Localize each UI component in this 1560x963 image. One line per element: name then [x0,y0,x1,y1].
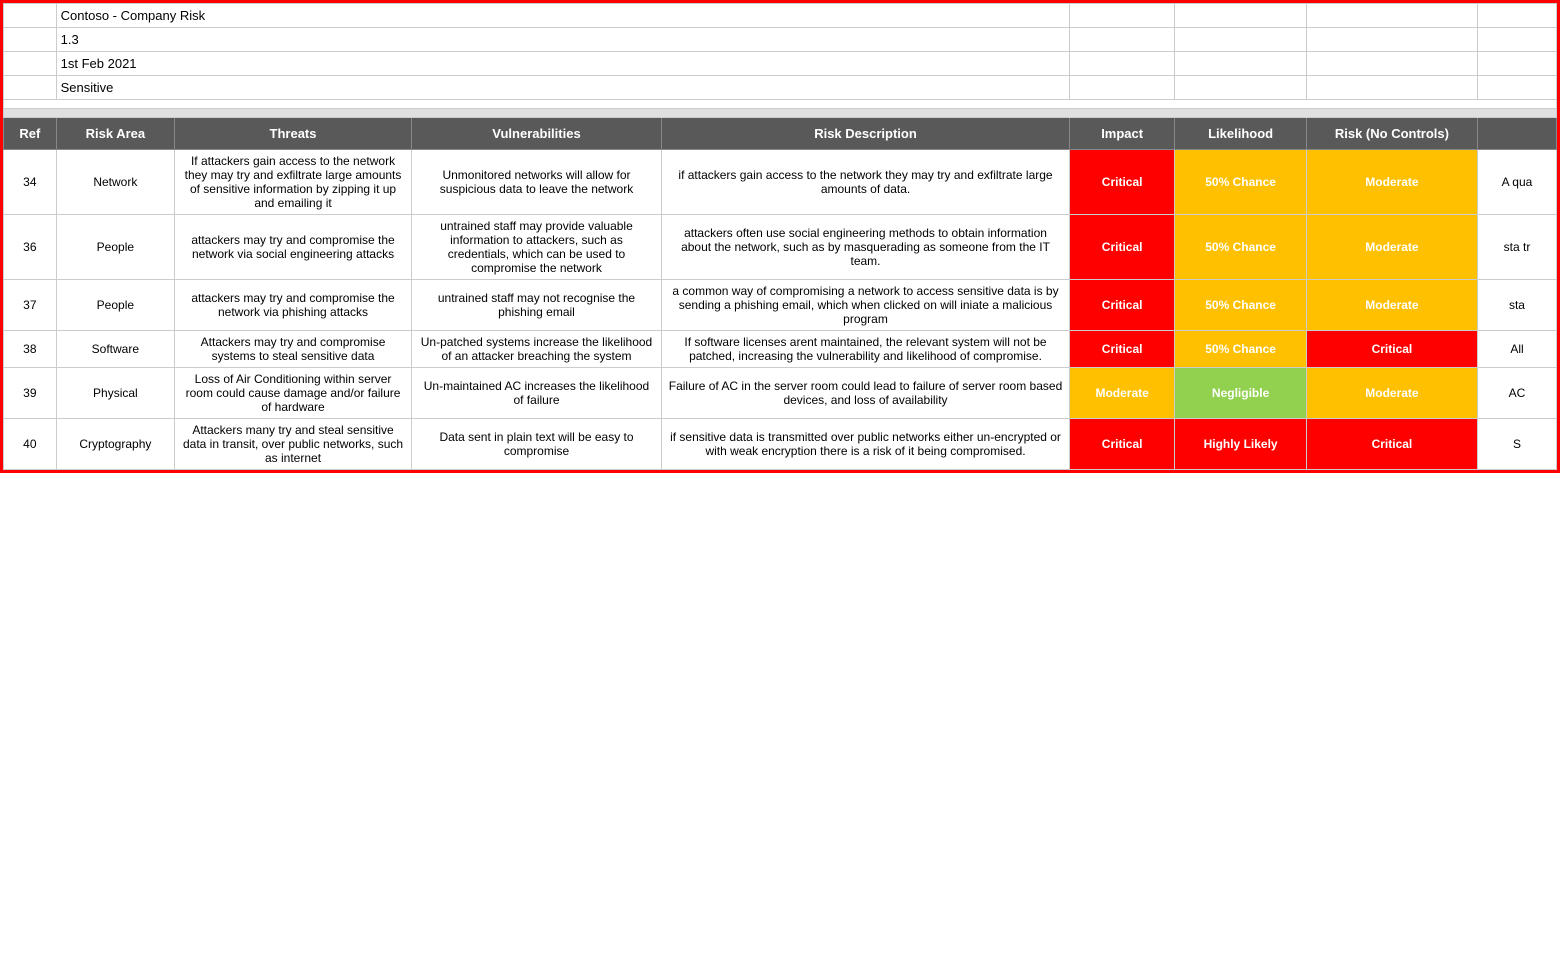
table-row: 39PhysicalLoss of Air Conditioning withi… [4,368,1557,419]
extra-cell: A qua [1477,150,1556,215]
vulnerabilities-cell: Unmonitored networks will allow for susp… [411,150,661,215]
threats-cell: attackers may try and compromise the net… [175,215,412,280]
risk-cell: Moderate [1306,150,1477,215]
likelihood-cell: 50% Chance [1175,150,1307,215]
col-impact-header: Impact [1070,118,1175,150]
meta-risk-row: Risk Contoso - Company Risk [4,4,1557,28]
risk-cell: Critical [1306,419,1477,470]
col-ref-header: Ref [4,118,57,150]
extra-cell: AC [1477,368,1556,419]
spacer-row-1 [4,100,1557,109]
likelihood-cell: 50% Chance [1175,280,1307,331]
vulnerabilities-cell: untrained staff may provide valuable inf… [411,215,661,280]
impact-cell: Critical [1070,331,1175,368]
area-cell: People [56,280,174,331]
likelihood-cell: Negligible [1175,368,1307,419]
threats-cell: Attackers many try and steal sensitive d… [175,419,412,470]
table-row: 36Peopleattackers may try and compromise… [4,215,1557,280]
risk-cell: Moderate [1306,368,1477,419]
ref-cell: 40 [4,419,57,470]
col-extra-header [1477,118,1556,150]
col-vulnerabilities-header: Vulnerabilities [411,118,661,150]
description-cell: a common way of compromising a network t… [662,280,1070,331]
ref-cell: 34 [4,150,57,215]
threats-cell: attackers may try and compromise the net… [175,280,412,331]
ref-cell: 36 [4,215,57,280]
threats-cell: Attackers may try and compromise systems… [175,331,412,368]
col-description-header: Risk Description [662,118,1070,150]
description-cell: if attackers gain access to the network … [662,150,1070,215]
area-cell: Network [56,150,174,215]
table-row: 37Peopleattackers may try and compromise… [4,280,1557,331]
vulnerabilities-cell: Un-patched systems increase the likeliho… [411,331,661,368]
risk-cell: Critical [1306,331,1477,368]
col-risk-header: Risk (No Controls) [1306,118,1477,150]
area-cell: Software [56,331,174,368]
impact-cell: Critical [1070,280,1175,331]
main-container: Risk Contoso - Company Risk Vers 1.3 Dat… [0,0,1560,473]
version-label: Vers [4,28,57,52]
impact-cell: Critical [1070,215,1175,280]
impact-cell: Critical [1070,419,1175,470]
description-cell: If software licenses arent maintained, t… [662,331,1070,368]
date-label: Date [4,52,57,76]
meta-date-row: Date 1st Feb 2021 [4,52,1557,76]
class-label: Clas: [4,76,57,100]
extra-cell: S [1477,419,1556,470]
table-row: 40CryptographyAttackers many try and ste… [4,419,1557,470]
spacer-row-2 [4,109,1557,118]
threats-cell: If attackers gain access to the network … [175,150,412,215]
description-cell: attackers often use social engineering m… [662,215,1070,280]
area-cell: Physical [56,368,174,419]
meta-class-row: Clas: Sensitive [4,76,1557,100]
threats-cell: Loss of Air Conditioning within server r… [175,368,412,419]
col-likelihood-header: Likelihood [1175,118,1307,150]
ref-cell: 37 [4,280,57,331]
area-cell: People [56,215,174,280]
likelihood-cell: 50% Chance [1175,215,1307,280]
likelihood-cell: Highly Likely [1175,419,1307,470]
date-value: 1st Feb 2021 [56,52,1069,76]
vulnerabilities-cell: Un-maintained AC increases the likelihoo… [411,368,661,419]
table-row: 38SoftwareAttackers may try and compromi… [4,331,1557,368]
risk-value: Contoso - Company Risk [56,4,1069,28]
ref-cell: 39 [4,368,57,419]
impact-cell: Moderate [1070,368,1175,419]
area-cell: Cryptography [56,419,174,470]
data-table-body: 34NetworkIf attackers gain access to the… [4,150,1557,470]
col-area-header: Risk Area [56,118,174,150]
version-value: 1.3 [56,28,1069,52]
extra-cell: sta [1477,280,1556,331]
class-value: Sensitive [56,76,1069,100]
risk-cell: Moderate [1306,280,1477,331]
risk-label: Risk [4,4,57,28]
vulnerabilities-cell: untrained staff may not recognise the ph… [411,280,661,331]
extra-cell: sta tr [1477,215,1556,280]
table-row: 34NetworkIf attackers gain access to the… [4,150,1557,215]
description-cell: if sensitive data is transmitted over pu… [662,419,1070,470]
col-threats-header: Threats [175,118,412,150]
vulnerabilities-cell: Data sent in plain text will be easy to … [411,419,661,470]
likelihood-cell: 50% Chance [1175,331,1307,368]
impact-cell: Critical [1070,150,1175,215]
risk-cell: Moderate [1306,215,1477,280]
meta-version-row: Vers 1.3 [4,28,1557,52]
description-cell: Failure of AC in the server room could l… [662,368,1070,419]
extra-cell: All [1477,331,1556,368]
column-header-row: Ref Risk Area Threats Vulnerabilities Ri… [4,118,1557,150]
ref-cell: 38 [4,331,57,368]
